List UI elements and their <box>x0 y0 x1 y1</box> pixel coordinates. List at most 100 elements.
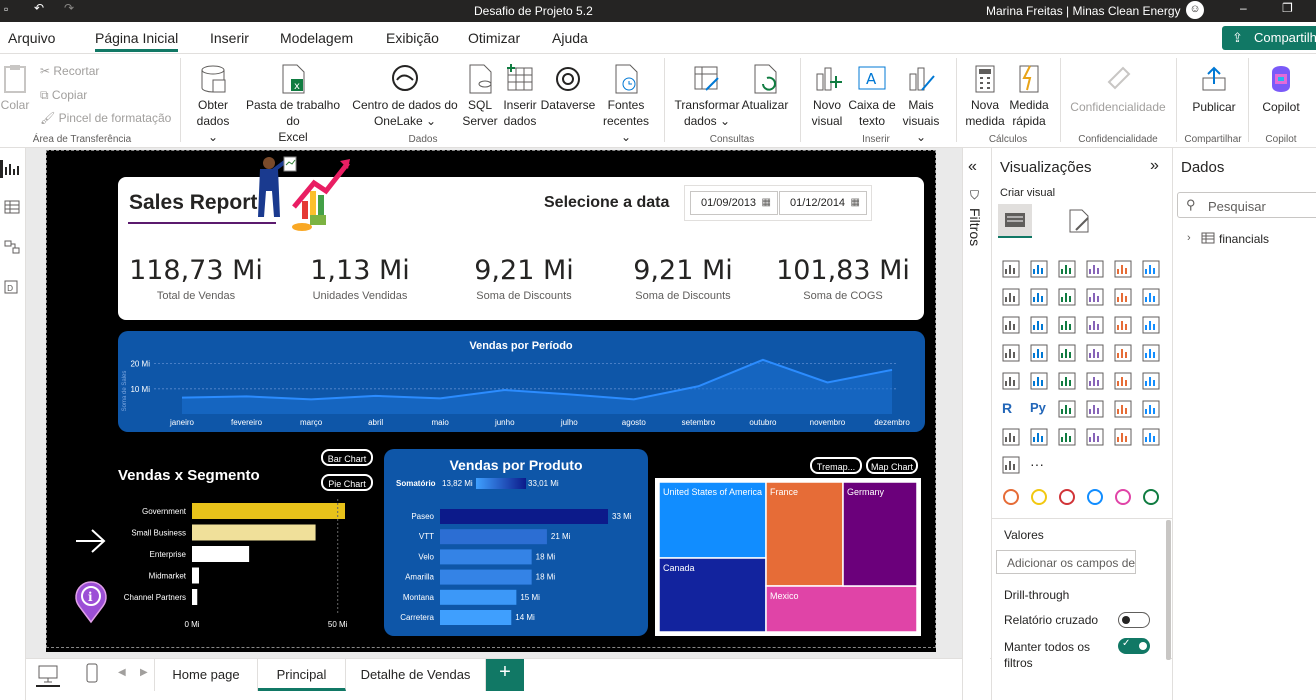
product-bar-chart[interactable]: Somatório 13,82 Mi 33,01 Mi Paseo 33 Mi VTT 21… <box>384 475 648 635</box>
publish-button[interactable]: Publicar <box>1186 64 1242 115</box>
minimize-icon[interactable]: – <box>1240 1 1247 15</box>
slicer-icon[interactable] <box>1086 372 1106 392</box>
text-box-button[interactable]: A Caixa de texto <box>846 64 898 129</box>
cross-report-toggle[interactable] <box>1118 612 1150 628</box>
refresh-button[interactable]: Atualizar <box>740 64 790 113</box>
tab-home-page[interactable]: Home page <box>154 659 258 691</box>
get-data-button[interactable]: Obter dados ⌄ <box>190 64 236 145</box>
date-start-input[interactable]: 01/09/2013 ▦ <box>690 191 778 215</box>
ribbon-icon[interactable] <box>1002 316 1022 336</box>
donut-icon[interactable] <box>1142 316 1162 336</box>
tab-detalhe-vendas[interactable]: Detalhe de Vendas <box>346 659 486 691</box>
key-influencers-icon[interactable] <box>1058 400 1078 420</box>
restore-icon[interactable]: ❐ <box>1282 1 1293 15</box>
date-end-input[interactable]: 01/12/2014 ▦ <box>779 191 867 215</box>
filled-map-icon[interactable] <box>1058 344 1078 364</box>
more-visuals-button[interactable]: Mais visuais ⌄ <box>896 64 946 145</box>
map-icon[interactable] <box>1030 344 1050 364</box>
metrics-icon[interactable] <box>1002 428 1022 448</box>
add-page-button[interactable]: + <box>486 659 524 691</box>
keep-filters-toggle[interactable]: ✓ <box>1118 638 1150 654</box>
100-bar-icon[interactable] <box>1114 260 1134 280</box>
qa-icon[interactable] <box>1114 400 1134 420</box>
stacked-area-icon[interactable] <box>1058 288 1078 308</box>
tab-principal[interactable]: Principal <box>258 659 346 691</box>
stacked-bar-icon[interactable] <box>1002 260 1022 280</box>
expand-filters-icon[interactable]: « <box>968 158 977 176</box>
narrative-icon[interactable] <box>1142 400 1162 420</box>
custom-visual-a-icon[interactable] <box>1002 488 1022 508</box>
paste-button[interactable]: Colar <box>0 64 30 113</box>
custom-visual-d-icon[interactable] <box>1086 488 1106 508</box>
menu-inserir[interactable]: Inserir <box>210 30 249 46</box>
multi-row-card-icon[interactable] <box>1030 372 1050 392</box>
menu-pagina-inicial[interactable]: Página Inicial <box>95 30 179 52</box>
funnel-icon[interactable] <box>1058 316 1078 336</box>
transform-data-button[interactable]: Transformar dados ⌄ <box>674 64 740 129</box>
line-clustered-icon[interactable] <box>1142 288 1162 308</box>
clustered-bar-icon[interactable] <box>1058 260 1078 280</box>
power-bi-visual-icon[interactable] <box>1114 428 1134 448</box>
map-chart-button[interactable]: Map Chart <box>866 457 918 474</box>
avatar[interactable]: ☺ <box>1186 1 1204 19</box>
line-icon[interactable] <box>1002 288 1022 308</box>
recent-sources-button[interactable]: Fontes recentes ⌄ <box>598 64 654 145</box>
country-treemap[interactable]: United States of America Canada France Mexi… <box>655 478 921 636</box>
treemap-button[interactable]: Tremap... <box>810 457 862 474</box>
100-column-icon[interactable] <box>1142 260 1162 280</box>
azure-map-icon[interactable] <box>1114 344 1134 364</box>
sql-server-button[interactable]: SQL Server <box>462 64 498 129</box>
copy-button[interactable]: ⧉ Copiar <box>40 88 87 103</box>
matrix-icon[interactable] <box>1142 372 1162 392</box>
python-visual-icon[interactable]: Py <box>1030 400 1050 420</box>
sensitivity-button[interactable]: Confidencialidade <box>1066 64 1170 115</box>
redo-icon[interactable]: ↷ <box>64 1 74 15</box>
gauge-icon[interactable] <box>1142 344 1162 364</box>
clustered-column-icon[interactable] <box>1086 260 1106 280</box>
custom-visual-f-icon[interactable] <box>1142 488 1162 508</box>
new-visual-button[interactable]: Novo visual <box>806 64 848 129</box>
report-view-icon[interactable] <box>4 162 20 176</box>
100-area-icon[interactable] <box>1086 288 1106 308</box>
area-icon[interactable] <box>1030 288 1050 308</box>
scrollbar[interactable] <box>1166 520 1171 660</box>
format-visual-icon[interactable] <box>1068 208 1092 234</box>
undo-icon[interactable]: ↶ <box>34 1 44 15</box>
tab-next-icon[interactable]: ▶ <box>140 667 148 678</box>
period-line-chart[interactable]: Vendas por Período Soma de Sales 10 Mi 20 M… <box>118 331 925 432</box>
info-pin-icon[interactable]: i <box>72 580 110 624</box>
table-financials[interactable]: financials <box>1219 232 1269 246</box>
treemap-icon[interactable] <box>1002 344 1022 364</box>
search-input[interactable]: ⚲ Pesquisar <box>1177 192 1316 218</box>
custom-visual-e-icon[interactable] <box>1114 488 1134 508</box>
save-icon[interactable]: ▫ <box>4 2 8 16</box>
menu-exibicao[interactable]: Exibição <box>386 30 439 46</box>
chevrons-icon[interactable] <box>1002 456 1022 476</box>
card-icon[interactable] <box>1002 372 1022 392</box>
diamond-icon[interactable] <box>1142 428 1162 448</box>
shape-map-icon[interactable] <box>1086 344 1106 364</box>
decomposition-tree-icon[interactable] <box>1086 400 1106 420</box>
add-fields-input[interactable]: Adicionar os campos de da... <box>996 550 1136 574</box>
menu-ajuda[interactable]: Ajuda <box>552 30 588 46</box>
dataverse-button[interactable]: Dataverse <box>540 64 596 113</box>
format-painter-button[interactable]: 🖌 Pincel de formatação <box>40 111 171 125</box>
onelake-button[interactable]: Centro de dados do OneLake ⌄ <box>350 64 460 129</box>
build-visual-tab[interactable] <box>998 204 1032 238</box>
menu-modelagem[interactable]: Modelagem <box>280 30 353 46</box>
segment-bar-chart[interactable]: Government Small Business Enterprise Midmar… <box>110 495 370 635</box>
r-visual-icon[interactable]: R <box>1002 400 1022 420</box>
menu-otimizar[interactable]: Otimizar <box>468 30 520 46</box>
dax-query-icon[interactable]: D <box>4 280 20 294</box>
filters-label[interactable]: Filtros <box>967 208 983 246</box>
bar-chart-button[interactable]: Bar Chart <box>321 449 373 466</box>
custom-visual-b-icon[interactable] <box>1030 488 1050 508</box>
quick-measure-button[interactable]: Medida rápida <box>1006 64 1052 129</box>
pie-chart-button[interactable]: Pie Chart <box>321 474 373 491</box>
excel-workbook-button[interactable]: x Pasta de trabalho do Excel <box>238 64 348 145</box>
share-button[interactable]: ⇪ Compartilhar <box>1222 26 1316 50</box>
enter-data-button[interactable]: Inserir dados <box>500 64 540 129</box>
tab-prev-icon[interactable]: ◀ <box>118 667 126 678</box>
kpi-icon[interactable] <box>1058 372 1078 392</box>
mobile-layout-icon[interactable] <box>86 663 98 683</box>
